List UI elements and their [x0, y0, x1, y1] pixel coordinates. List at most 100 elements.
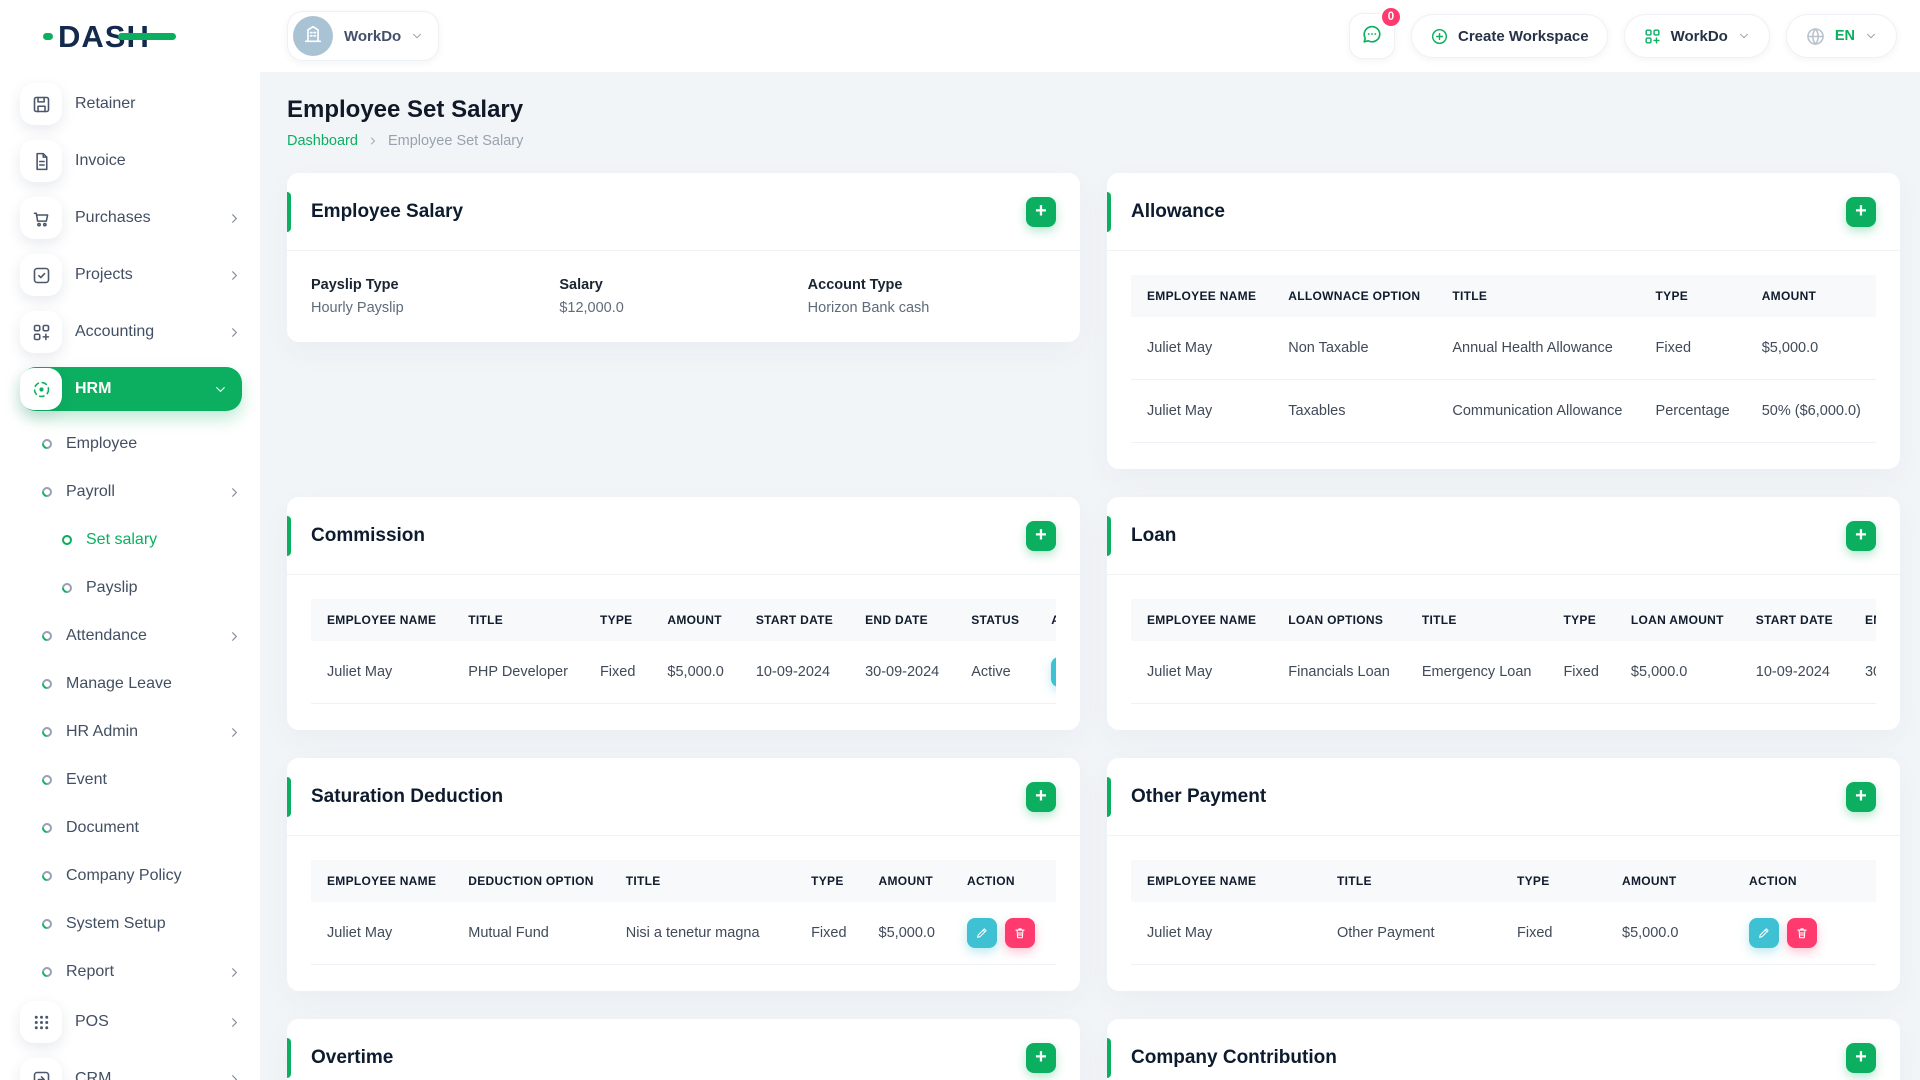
sidebar-item-label: Purchases — [75, 209, 151, 226]
sidebar-item-event[interactable]: Event — [20, 760, 242, 800]
add-saturation-deduction-button[interactable]: + — [1026, 781, 1056, 812]
edit-button[interactable] — [1749, 918, 1779, 948]
edit-button[interactable] — [1051, 657, 1056, 687]
chevron-down-icon — [1737, 29, 1751, 43]
table-cell: Juliet May — [311, 902, 453, 965]
sidebar-item-label: HRM — [75, 380, 112, 397]
chevron-right-icon — [227, 1072, 242, 1080]
add-loan-button[interactable]: + — [1846, 520, 1876, 551]
delete-button[interactable] — [1005, 918, 1035, 948]
sidebar-item-payslip[interactable]: Payslip — [20, 568, 242, 608]
sidebar-item-company-policy[interactable]: Company Policy — [20, 856, 242, 896]
table-cell: Fixed — [583, 641, 652, 704]
sidebar-item-document[interactable]: Document — [20, 808, 242, 848]
sidebar-item-system-setup[interactable]: System Setup — [20, 904, 242, 944]
chevron-right-icon — [227, 965, 242, 980]
create-workspace-button[interactable]: Create Workspace — [1410, 14, 1608, 58]
table-cell: Mutual Fund — [452, 902, 610, 965]
sidebar-item-crm[interactable]: CRM — [20, 1057, 242, 1080]
delete-button[interactable] — [1787, 918, 1817, 948]
topbar: WorkDo 0 Create Workspace WorkDo EN — [260, 0, 1920, 72]
table-cell: Fixed — [1639, 317, 1746, 380]
breadcrumb-current: Employee Set Salary — [387, 133, 524, 149]
add-other-payment-button[interactable]: + — [1846, 781, 1876, 812]
chevron-right-icon — [227, 268, 242, 283]
sidebar-item-manage-leave[interactable]: Manage Leave — [20, 664, 242, 704]
add-employee-salary-button[interactable]: + — [1026, 196, 1056, 227]
card-header: Overtime + — [287, 1019, 1080, 1080]
language-selector[interactable]: EN — [1785, 14, 1897, 58]
main-content: Employee Set Salary Dashboard Employee S… — [260, 72, 1920, 1080]
sidebar-item-label: Invoice — [75, 152, 126, 169]
workdo-menu-label: WorkDo — [1670, 27, 1728, 45]
add-allowance-button[interactable]: + — [1846, 196, 1876, 227]
sidebar-item-employee[interactable]: Employee — [20, 424, 242, 464]
workdo-menu-button[interactable]: WorkDo — [1623, 14, 1770, 58]
field-payslip-type: Payslip Type Hourly Payslip — [311, 277, 559, 316]
sidebar-item-hr-admin[interactable]: HR Admin — [20, 712, 242, 752]
invoice-icon — [20, 140, 62, 182]
table-cell: $5,000.0 — [651, 641, 740, 704]
sidebar-item-payroll[interactable]: Payroll — [20, 472, 242, 512]
add-commission-button[interactable]: + — [1026, 520, 1056, 551]
column-header: TYPE — [1547, 599, 1615, 641]
brand-logo[interactable]: DASH — [0, 0, 260, 72]
table-cell: $5,000.0 — [1614, 641, 1740, 704]
sidebar-item-accounting[interactable]: Accounting — [20, 310, 242, 354]
edit-button[interactable] — [967, 918, 997, 948]
cards-grid: Employee Salary + Payslip Type Hourly Pa… — [287, 173, 1900, 1080]
column-header: TITLE — [1405, 599, 1548, 641]
sidebar-item-pos[interactable]: POS — [20, 1000, 242, 1044]
cart-icon — [20, 197, 62, 239]
table-cell: Non Taxable — [1272, 317, 1437, 380]
breadcrumb-dashboard-link[interactable]: Dashboard — [287, 133, 358, 149]
bullet-icon — [59, 580, 75, 596]
plus-circle-icon — [1430, 27, 1449, 46]
workspace-label: WorkDo — [344, 27, 402, 45]
column-header: ACTION — [1035, 599, 1056, 641]
card-accent — [287, 777, 291, 817]
sidebar-item-set-salary[interactable]: Set salary — [20, 520, 242, 560]
sidebar-nav: Retainer Invoice Purchases Projects Accounti… — [0, 72, 260, 1080]
column-header: TITLE — [1436, 275, 1640, 317]
sidebar-item-retainer[interactable]: Retainer — [20, 82, 242, 126]
table-cell: 30-09-2024 — [849, 641, 956, 704]
sidebar-item-projects[interactable]: Projects — [20, 253, 242, 297]
table-cell: Taxables — [1272, 379, 1437, 443]
card-accent — [287, 516, 291, 556]
table-cell: Juliet May — [1131, 379, 1273, 443]
table-header-row: EMPLOYEE NAME ALLOWNACE OPTION TITLE TYPE AM… — [1131, 275, 1876, 317]
crm-icon — [20, 1058, 62, 1080]
workspace-switcher[interactable]: WorkDo — [287, 11, 440, 61]
other-payment-table: EMPLOYEE NAME TITLE TYPE AMOUNT ACTION Juliet… — [1131, 860, 1876, 965]
card-accent — [1107, 516, 1111, 556]
column-header: TYPE — [583, 599, 652, 641]
sidebar-item-report[interactable]: Report — [20, 952, 242, 992]
card-title: Loan — [1131, 524, 1177, 546]
sidebar-item-label: Attendance — [66, 627, 147, 644]
chevron-right-icon — [227, 725, 242, 740]
add-overtime-button[interactable]: + — [1026, 1042, 1056, 1073]
table-row: Juliet May Taxables Communication Allowanc… — [1131, 379, 1876, 443]
chevron-right-icon — [227, 1015, 242, 1030]
sidebar-item-label: CRM — [75, 1070, 112, 1080]
add-company-contribution-button[interactable]: + — [1846, 1042, 1876, 1073]
sidebar-item-invoice[interactable]: Invoice — [20, 139, 242, 183]
actions-cell — [951, 902, 1056, 965]
saturation-deduction-table: EMPLOYEE NAME DEDUCTION OPTION TITLE TYPE AM… — [311, 860, 1056, 965]
employee-salary-fields: Payslip Type Hourly Payslip Salary $12,0… — [287, 251, 1080, 342]
logo-dash-bar — [117, 32, 176, 40]
sidebar-item-attendance[interactable]: Attendance — [20, 616, 242, 656]
table-cell: Percentage — [1639, 379, 1746, 443]
table-cell: Juliet May — [1131, 317, 1273, 380]
chevron-right-icon — [227, 211, 242, 226]
sidebar-item-purchases[interactable]: Purchases — [20, 196, 242, 240]
table-cell: 30-09-2024 — [1848, 641, 1876, 704]
table-cell: Active — [955, 641, 1036, 704]
sidebar-item-label: Payslip — [86, 579, 138, 596]
messages-button[interactable]: 0 — [1348, 6, 1402, 59]
column-header: EMPLOYEE NAME — [1131, 860, 1321, 902]
card-title: Other Payment — [1131, 785, 1267, 807]
pos-icon — [20, 1001, 62, 1043]
sidebar-item-hrm[interactable]: HRM — [20, 367, 242, 411]
